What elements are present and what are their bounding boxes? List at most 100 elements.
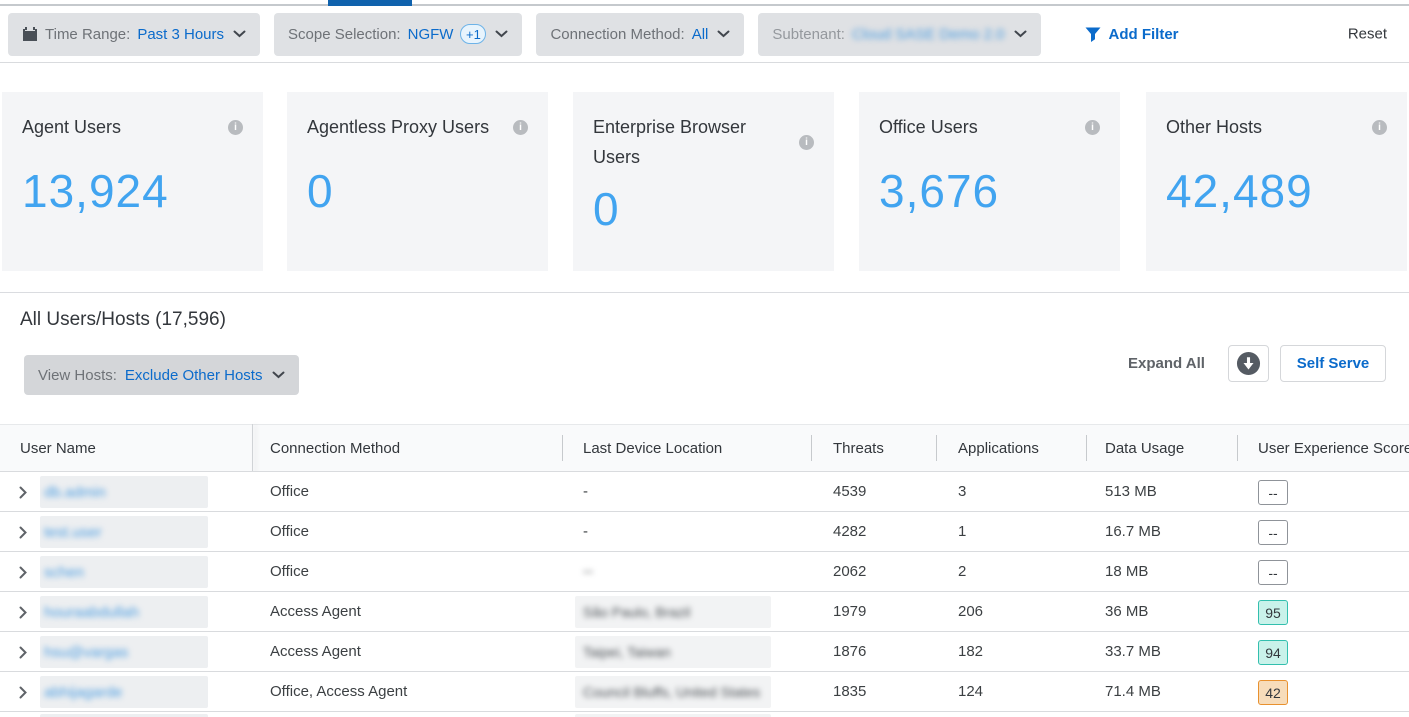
- expand-all-button[interactable]: Expand All: [1128, 345, 1205, 382]
- subtenant-value-blurred: Cloud SASE Demo 2.0: [852, 26, 1005, 43]
- applications-cell: 1: [958, 512, 966, 552]
- user-experience-score-badge: 42: [1258, 680, 1288, 705]
- expand-row-icon[interactable]: [19, 486, 27, 504]
- applications-cell: 124: [958, 672, 983, 712]
- info-icon[interactable]: [228, 120, 243, 135]
- card-other-hosts: Other Hosts 42,489: [1146, 92, 1407, 271]
- info-icon[interactable]: [1085, 120, 1100, 135]
- view-hosts-dropdown[interactable]: View Hosts: Exclude Other Hosts: [24, 355, 299, 395]
- view-hosts-value: Exclude Other Hosts: [125, 367, 263, 384]
- column-divider: [1086, 435, 1087, 461]
- user-name-cell[interactable]: houraabdullah: [40, 596, 208, 628]
- card-value: 42,489: [1166, 164, 1387, 218]
- col-header-threats[interactable]: Threats: [833, 425, 884, 472]
- card-label: Agentless Proxy Users: [307, 112, 489, 142]
- col-header-user-experience-score[interactable]: User Experience Score: [1258, 425, 1409, 472]
- time-range-value: Past 3 Hours: [137, 26, 224, 43]
- download-icon: [1236, 351, 1261, 376]
- card-label: Agent Users: [22, 112, 121, 142]
- subtenant-label: Subtenant:: [772, 26, 845, 43]
- self-serve-button[interactable]: Self Serve: [1280, 345, 1386, 382]
- filter-bar: Time Range: Past 3 Hours Scope Selection…: [0, 6, 1409, 63]
- col-header-last-device-location[interactable]: Last Device Location: [583, 425, 722, 472]
- table-row: test.user Office - 4282 1 16.7 MB --: [0, 511, 1409, 551]
- applications-cell: 206: [958, 592, 983, 632]
- location-cell-blurred: --: [583, 552, 593, 592]
- connection-method-cell: Access Agent: [270, 632, 361, 672]
- threats-cell: 1876: [833, 632, 866, 672]
- card-value: 13,924: [22, 164, 243, 218]
- card-agentless-proxy-users: Agentless Proxy Users 0: [287, 92, 548, 271]
- applications-cell: 2: [958, 552, 966, 592]
- table-row: abhijagarde Office, Access Agent Council…: [0, 671, 1409, 711]
- download-button[interactable]: [1228, 345, 1269, 382]
- table-row-partial: [0, 711, 1409, 717]
- chevron-down-icon: [717, 30, 730, 38]
- card-enterprise-browser-users: Enterprise Browser Users 0: [573, 92, 834, 271]
- chevron-down-icon: [1014, 30, 1027, 38]
- table-row: schen Office -- 2062 2 18 MB --: [0, 551, 1409, 591]
- user-name-cell[interactable]: hsu@vargas: [40, 636, 208, 668]
- connection-method-filter[interactable]: Connection Method: All: [536, 13, 744, 56]
- reset-button[interactable]: Reset: [1348, 26, 1387, 43]
- expand-row-icon[interactable]: [19, 646, 27, 664]
- user-name-cell[interactable]: db.admin: [40, 476, 208, 508]
- applications-cell: 3: [958, 472, 966, 512]
- subtenant-filter[interactable]: Subtenant: Cloud SASE Demo 2.0: [758, 13, 1040, 56]
- card-label: Other Hosts: [1166, 112, 1262, 142]
- connection-method-cell: Office, Access Agent: [270, 672, 407, 712]
- chevron-down-icon: [233, 30, 246, 38]
- calendar-icon: [22, 26, 38, 42]
- info-icon[interactable]: [799, 135, 814, 150]
- table-row: houraabdullah Access Agent São Paulo, Br…: [0, 591, 1409, 631]
- user-experience-score-badge: --: [1258, 560, 1288, 585]
- user-name-cell[interactable]: abhijagarde: [40, 676, 208, 708]
- scope-extra-count-badge[interactable]: +1: [460, 24, 486, 44]
- threats-cell: 4282: [833, 512, 866, 552]
- user-name-cell[interactable]: schen: [40, 556, 208, 588]
- user-experience-score-badge: 94: [1258, 640, 1288, 665]
- expand-row-icon[interactable]: [19, 606, 27, 624]
- location-cell-blurred: Council Bluffs, United States: [575, 676, 771, 708]
- applications-cell: 182: [958, 632, 983, 672]
- user-name-cell[interactable]: test.user: [40, 516, 208, 548]
- filter-funnel-icon: [1085, 27, 1101, 42]
- time-range-label: Time Range:: [45, 26, 130, 43]
- expand-row-icon[interactable]: [19, 526, 27, 544]
- location-cell-blurred: São Paulo, Brazil: [575, 596, 771, 628]
- threats-cell: 1835: [833, 672, 866, 712]
- card-value: 3,676: [879, 164, 1100, 218]
- col-header-applications[interactable]: Applications: [958, 425, 1039, 472]
- table-header: User Name Connection Method Last Device …: [0, 424, 1409, 471]
- card-value: 0: [593, 182, 814, 236]
- expand-row-icon[interactable]: [19, 566, 27, 584]
- card-office-users: Office Users 3,676: [859, 92, 1120, 271]
- col-header-connection-method[interactable]: Connection Method: [270, 425, 400, 472]
- card-agent-users: Agent Users 13,924: [2, 92, 263, 271]
- view-hosts-label: View Hosts:: [38, 367, 117, 384]
- card-label: Enterprise Browser Users: [593, 112, 765, 172]
- scope-selection-filter[interactable]: Scope Selection: NGFW +1: [274, 13, 522, 56]
- column-divider: [1237, 435, 1238, 461]
- threats-cell: 4539: [833, 472, 866, 512]
- time-range-filter[interactable]: Time Range: Past 3 Hours: [8, 13, 260, 56]
- info-icon[interactable]: [1372, 120, 1387, 135]
- column-divider: [936, 435, 937, 461]
- connection-method-cell: Office: [270, 472, 309, 512]
- threats-cell: 2062: [833, 552, 866, 592]
- location-cell-blurred: Taipei, Taiwan: [575, 636, 771, 668]
- table-row: db.admin Office - 4539 3 513 MB --: [0, 471, 1409, 511]
- data-usage-cell: 71.4 MB: [1105, 672, 1161, 712]
- col-header-user-name[interactable]: User Name: [20, 425, 96, 472]
- expand-row-icon[interactable]: [19, 686, 27, 704]
- data-usage-cell: 513 MB: [1105, 472, 1157, 512]
- threats-cell: 1979: [833, 592, 866, 632]
- info-icon[interactable]: [513, 120, 528, 135]
- add-filter-button[interactable]: Add Filter: [1085, 26, 1179, 43]
- column-divider: [811, 435, 812, 461]
- col-header-data-usage[interactable]: Data Usage: [1105, 425, 1184, 472]
- user-experience-score-badge: --: [1258, 520, 1288, 545]
- app-screen: Time Range: Past 3 Hours Scope Selection…: [0, 0, 1409, 717]
- data-usage-cell: 36 MB: [1105, 592, 1148, 632]
- scope-selection-value: NGFW: [408, 26, 454, 43]
